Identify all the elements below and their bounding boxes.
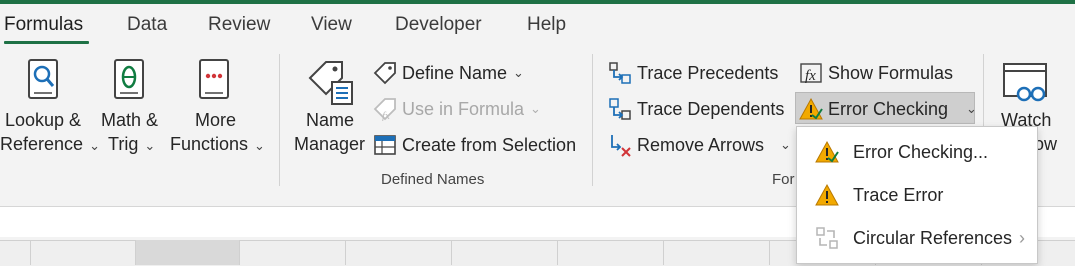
column-header[interactable] xyxy=(557,240,664,265)
menu-item-trace-error[interactable]: Trace Error xyxy=(797,174,1037,216)
use-in-formula-icon: fx xyxy=(372,96,398,122)
trace-dependents-button[interactable]: Trace Dependents xyxy=(607,94,784,124)
create-from-selection-button[interactable]: Create from Selection xyxy=(372,130,576,160)
more-label-line1: More xyxy=(195,110,237,130)
tab-data[interactable]: Data xyxy=(127,14,167,36)
trace-dependents-icon xyxy=(607,96,633,122)
more-functions-icon xyxy=(199,59,229,99)
active-tab-underline xyxy=(4,41,89,44)
name-manager-label-line1: Name xyxy=(306,110,355,130)
column-header-selected[interactable] xyxy=(135,240,240,265)
lookup-reference-icon xyxy=(28,59,58,99)
menu-item-label: Trace Error xyxy=(853,184,944,205)
create-from-selection-icon xyxy=(372,132,398,158)
show-formulas-icon: fx xyxy=(798,60,824,86)
math-trig-icon xyxy=(114,59,144,99)
defined-names-group-label: Defined Names xyxy=(381,171,485,188)
chevron-down-icon: ⌄ xyxy=(144,138,156,153)
menu-item-circular-references[interactable]: Circular References › xyxy=(797,217,1037,259)
chevron-right-icon: › xyxy=(1019,227,1025,248)
remove-arrows-button[interactable]: Remove Arrows ⌄ xyxy=(607,130,791,160)
chevron-down-icon: ⌄ xyxy=(780,137,791,152)
column-header[interactable] xyxy=(30,240,136,265)
tag-icon xyxy=(372,60,398,86)
chevron-down-icon: ⌄ xyxy=(530,101,541,116)
error-checking-button[interactable]: Error Checking ⌄ xyxy=(798,94,977,124)
tab-help[interactable]: Help xyxy=(527,14,566,36)
column-header[interactable] xyxy=(663,240,770,265)
circular-references-icon xyxy=(814,225,840,251)
lookup-label-line1: Lookup & xyxy=(5,110,82,130)
define-name-button[interactable]: Define Name ⌄ xyxy=(372,58,524,88)
trace-precedents-button[interactable]: Trace Precedents xyxy=(607,58,778,88)
name-manager-icon xyxy=(308,61,353,105)
error-checking-icon xyxy=(814,139,840,165)
tab-developer[interactable]: Developer xyxy=(395,14,482,36)
chevron-down-icon: ⌄ xyxy=(966,101,977,116)
tab-formulas[interactable]: Formulas xyxy=(4,14,83,36)
menu-item-label: Circular References xyxy=(853,227,1013,248)
error-checking-menu: Error Checking... Trace Error Circular R… xyxy=(796,126,1038,264)
tab-review[interactable]: Review xyxy=(208,14,270,36)
show-formulas-button[interactable]: fx Show Formulas xyxy=(798,58,953,88)
chevron-down-icon: ⌄ xyxy=(89,138,100,153)
error-checking-icon xyxy=(798,96,824,122)
chevron-down-icon: ⌄ xyxy=(513,65,524,80)
column-header[interactable] xyxy=(345,240,452,265)
warning-icon xyxy=(814,182,840,208)
math-label-line1: Math & xyxy=(101,110,159,130)
trace-precedents-icon xyxy=(607,60,633,86)
column-header[interactable] xyxy=(451,240,558,265)
group-separator xyxy=(279,54,280,186)
name-manager-label-line2: Manager xyxy=(294,134,366,154)
remove-arrows-icon xyxy=(607,132,633,158)
more-label-line2: Functions ⌄ xyxy=(170,134,265,154)
svg-text:fx: fx xyxy=(805,68,816,84)
use-in-formula-button[interactable]: fx Use in Formula ⌄ xyxy=(372,94,541,124)
menu-item-label: Error Checking... xyxy=(853,141,989,162)
window-top-accent xyxy=(0,0,1075,4)
math-label-line2: Trig ⌄ xyxy=(108,134,156,154)
lookup-label-line2: Reference ⌄ xyxy=(0,134,100,154)
chevron-down-icon: ⌄ xyxy=(254,138,265,153)
formula-auditing-group-label: For xyxy=(772,171,795,188)
group-separator xyxy=(592,54,593,186)
tab-view[interactable]: View xyxy=(311,14,352,36)
watch-window-icon xyxy=(1003,63,1047,102)
menu-item-error-checking[interactable]: Error Checking... xyxy=(797,131,1037,173)
column-header[interactable] xyxy=(239,240,346,265)
svg-text:fx: fx xyxy=(382,110,390,121)
